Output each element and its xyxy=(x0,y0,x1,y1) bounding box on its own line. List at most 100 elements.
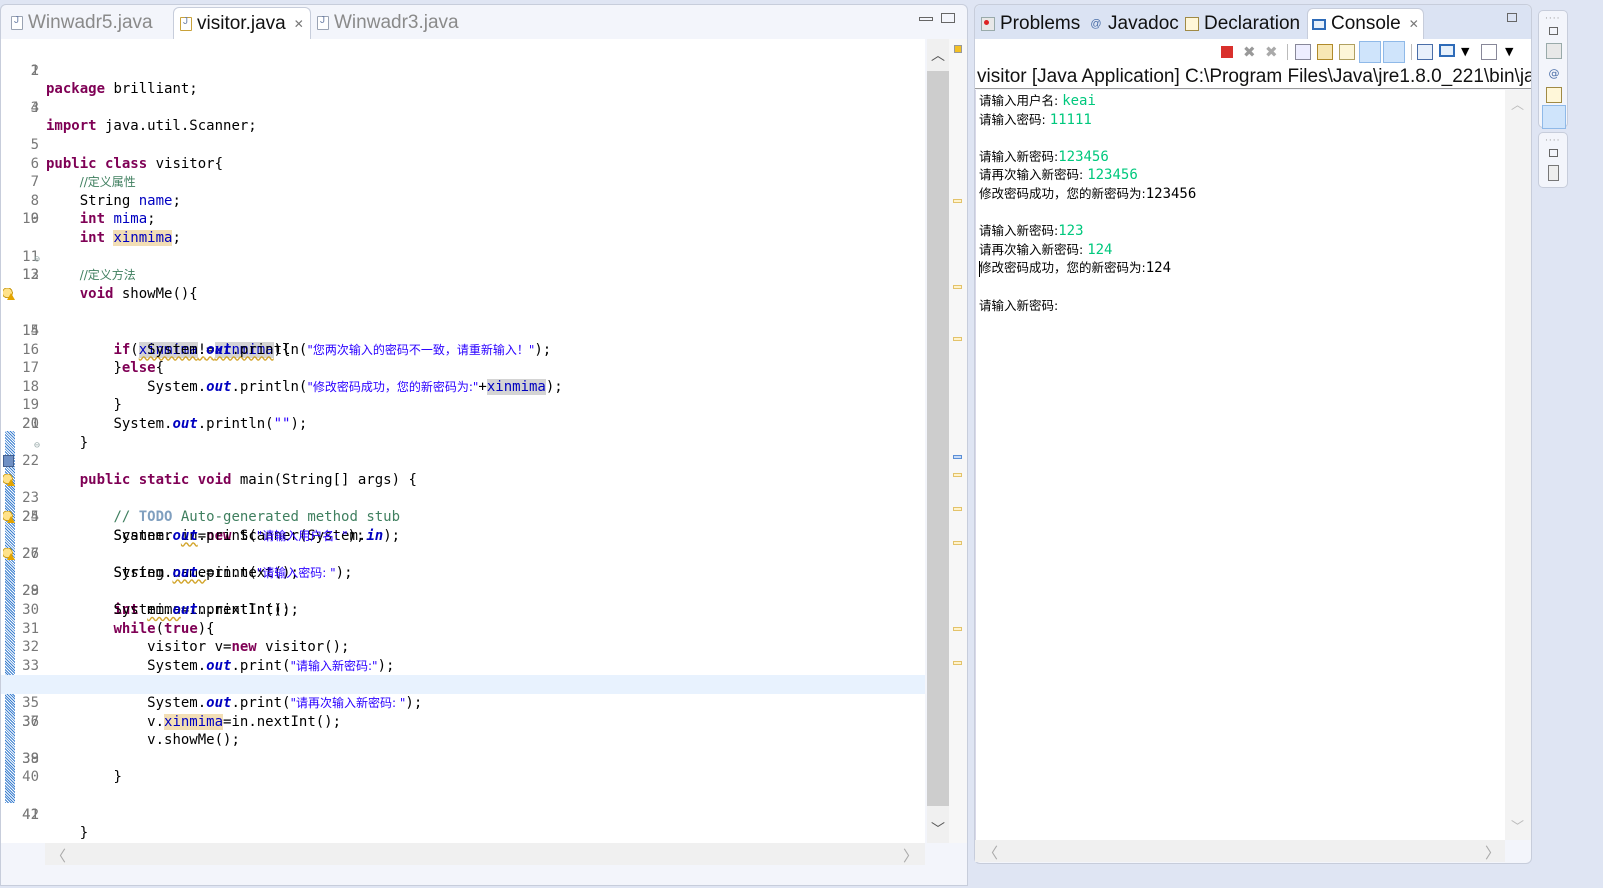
code-line: 37 xyxy=(22,713,39,730)
code-line: 20 } xyxy=(22,415,89,451)
scrollbar-thumb[interactable] xyxy=(927,71,949,806)
outline-icon[interactable] xyxy=(1548,165,1559,181)
declaration-icon[interactable] xyxy=(1546,87,1562,103)
java-file-icon xyxy=(317,15,329,30)
pin-console-icon[interactable] xyxy=(1417,44,1433,60)
text-caret xyxy=(979,261,980,277)
scroll-lock-icon[interactable] xyxy=(1317,44,1333,60)
overview-mark[interactable] xyxy=(953,473,962,477)
close-icon[interactable]: ✕ xyxy=(294,17,304,31)
code-line: 26 String name=in.next(); xyxy=(1,508,925,581)
remove-all-terminated-icon[interactable]: ✖ xyxy=(1265,44,1281,60)
code-line: 11 //定义方法 xyxy=(22,248,136,283)
warning-lightbulb-icon[interactable] xyxy=(3,473,15,486)
code-line: 8 int mima; xyxy=(30,192,156,228)
scroll-down-icon[interactable]: ﹀ xyxy=(1511,816,1524,835)
declaration-icon xyxy=(1185,16,1199,31)
show-on-stderr-icon[interactable] xyxy=(1383,41,1405,63)
java-file-icon xyxy=(11,15,23,30)
restore-icon[interactable] xyxy=(1507,13,1517,22)
code-line: 31 visitor v=new visitor(); xyxy=(22,620,350,656)
editor-horizontal-scrollbar[interactable]: 〈 〉 xyxy=(45,843,925,865)
overview-mark[interactable] xyxy=(953,285,962,289)
console-line: 请输入新密码: xyxy=(979,297,1059,313)
code-line: 13 xyxy=(22,267,39,284)
tab-label: Winwadr5.java xyxy=(28,12,153,33)
problems-icon[interactable] xyxy=(1546,43,1562,59)
scroll-up-icon[interactable]: ︿ xyxy=(1511,94,1524,113)
java-file-icon xyxy=(180,16,192,31)
console-line: 请输入新密码:123456 xyxy=(979,148,1109,165)
overview-ruler[interactable] xyxy=(949,39,967,843)
tab-label: visitor.java xyxy=(197,12,286,34)
code-line: 24 Scanner in=new Scanner(System.in); xyxy=(1,471,925,544)
remove-launch-icon[interactable]: ✖ xyxy=(1243,44,1259,60)
open-console-icon[interactable] xyxy=(1481,44,1497,60)
javadoc-icon[interactable]: @ xyxy=(1546,67,1562,83)
console-icon[interactable] xyxy=(1542,105,1566,129)
tab-declaration[interactable]: Declaration xyxy=(1181,8,1304,39)
code-line: 30 while(true){ xyxy=(22,601,215,637)
console-line: 修改密码成功，您的新密码为:123456 xyxy=(979,186,1197,202)
task-icon[interactable] xyxy=(3,455,14,468)
minimized-view-stack: ···· xyxy=(1538,132,1568,188)
code-line: 19 System.out.println(""); xyxy=(22,397,308,432)
display-console-icon[interactable] xyxy=(1439,44,1455,57)
code-line: 12 ⊖ void showMe(){ xyxy=(1,248,925,302)
scroll-up-icon[interactable]: ︿ xyxy=(927,45,949,65)
code-line: 40 xyxy=(22,769,39,786)
scroll-down-icon[interactable]: ﹀ xyxy=(927,819,949,839)
overview-mark[interactable] xyxy=(953,661,962,665)
maximize-icon[interactable] xyxy=(941,13,955,23)
code-line: 4 xyxy=(30,99,39,116)
code-line: 6 //定义属性 xyxy=(30,155,136,190)
clear-console-icon[interactable] xyxy=(1295,44,1311,60)
overview-mark[interactable] xyxy=(953,507,962,511)
show-on-stdout-icon[interactable] xyxy=(1359,41,1381,63)
tab-winwadr3[interactable]: Winwadr3.java xyxy=(311,7,465,39)
overview-mark[interactable] xyxy=(953,541,962,545)
code-line: 21 xyxy=(22,416,39,432)
eclipse-window: Winwadr5.java visitor.java ✕ Winwadr3.ja… xyxy=(0,0,1603,888)
code-line: 23 // TODO Auto-generated method stub xyxy=(1,452,925,525)
code-editor[interactable]: 1 package brilliant; 2 3 import java.uti… xyxy=(1,39,925,843)
overview-mark[interactable] xyxy=(953,199,962,203)
editor-vertical-scrollbar[interactable]: ︿ ﹀ xyxy=(927,39,949,843)
scroll-left-icon[interactable]: 〈 xyxy=(983,842,998,863)
code-line: 41 } xyxy=(22,806,89,842)
warning-lightbulb-icon[interactable] xyxy=(3,548,15,561)
console-tabbar: Problems @ Javadoc Declaration Console ✕ xyxy=(975,5,1531,39)
dropdown-arrow-icon[interactable]: ▼ xyxy=(1505,44,1521,60)
scroll-right-icon[interactable]: 〉 xyxy=(1485,842,1500,863)
console-vertical-scrollbar[interactable]: ︿ ﹀ xyxy=(1505,90,1531,840)
drag-handle[interactable]: ···· xyxy=(1545,14,1560,24)
warning-lightbulb-icon[interactable] xyxy=(3,511,15,523)
dropdown-arrow-icon[interactable]: ▼ xyxy=(1461,44,1477,60)
javadoc-icon: @ xyxy=(1090,17,1102,30)
terminate-icon[interactable] xyxy=(1221,46,1233,58)
code-line: 2 xyxy=(30,62,39,79)
restore-icon[interactable] xyxy=(1549,149,1558,157)
scroll-right-icon[interactable]: 〉 xyxy=(903,845,918,866)
warning-summary-icon[interactable] xyxy=(954,45,962,53)
tab-winwadr5[interactable]: Winwadr5.java xyxy=(5,7,159,39)
restore-icon[interactable] xyxy=(1549,27,1558,35)
console-output[interactable]: 请输入用户名: keai 请输入密码: 11111 请输入新密码:123456 … xyxy=(975,90,1505,840)
close-icon[interactable]: ✕ xyxy=(1409,17,1419,31)
tab-visitor[interactable]: visitor.java ✕ xyxy=(173,7,311,39)
code-line: 7 String name; xyxy=(30,174,181,209)
scroll-left-icon[interactable]: 〈 xyxy=(51,845,66,866)
word-wrap-icon[interactable] xyxy=(1339,44,1355,60)
minimize-icon[interactable] xyxy=(919,17,933,21)
overview-mark[interactable] xyxy=(953,627,962,631)
tab-console[interactable]: Console ✕ xyxy=(1307,8,1424,39)
overview-mark[interactable] xyxy=(953,337,962,341)
console-line: 请输入用户名: keai xyxy=(979,93,1096,109)
drag-handle[interactable]: ···· xyxy=(1545,136,1560,146)
console-horizontal-scrollbar[interactable]: 〈 〉 xyxy=(975,840,1505,862)
tab-problems[interactable]: Problems xyxy=(977,8,1084,39)
warning-lightbulb-icon[interactable] xyxy=(3,287,15,300)
overview-mark[interactable] xyxy=(953,455,962,459)
tab-javadoc[interactable]: @ Javadoc xyxy=(1085,8,1183,39)
code-line: 42 xyxy=(22,806,39,823)
